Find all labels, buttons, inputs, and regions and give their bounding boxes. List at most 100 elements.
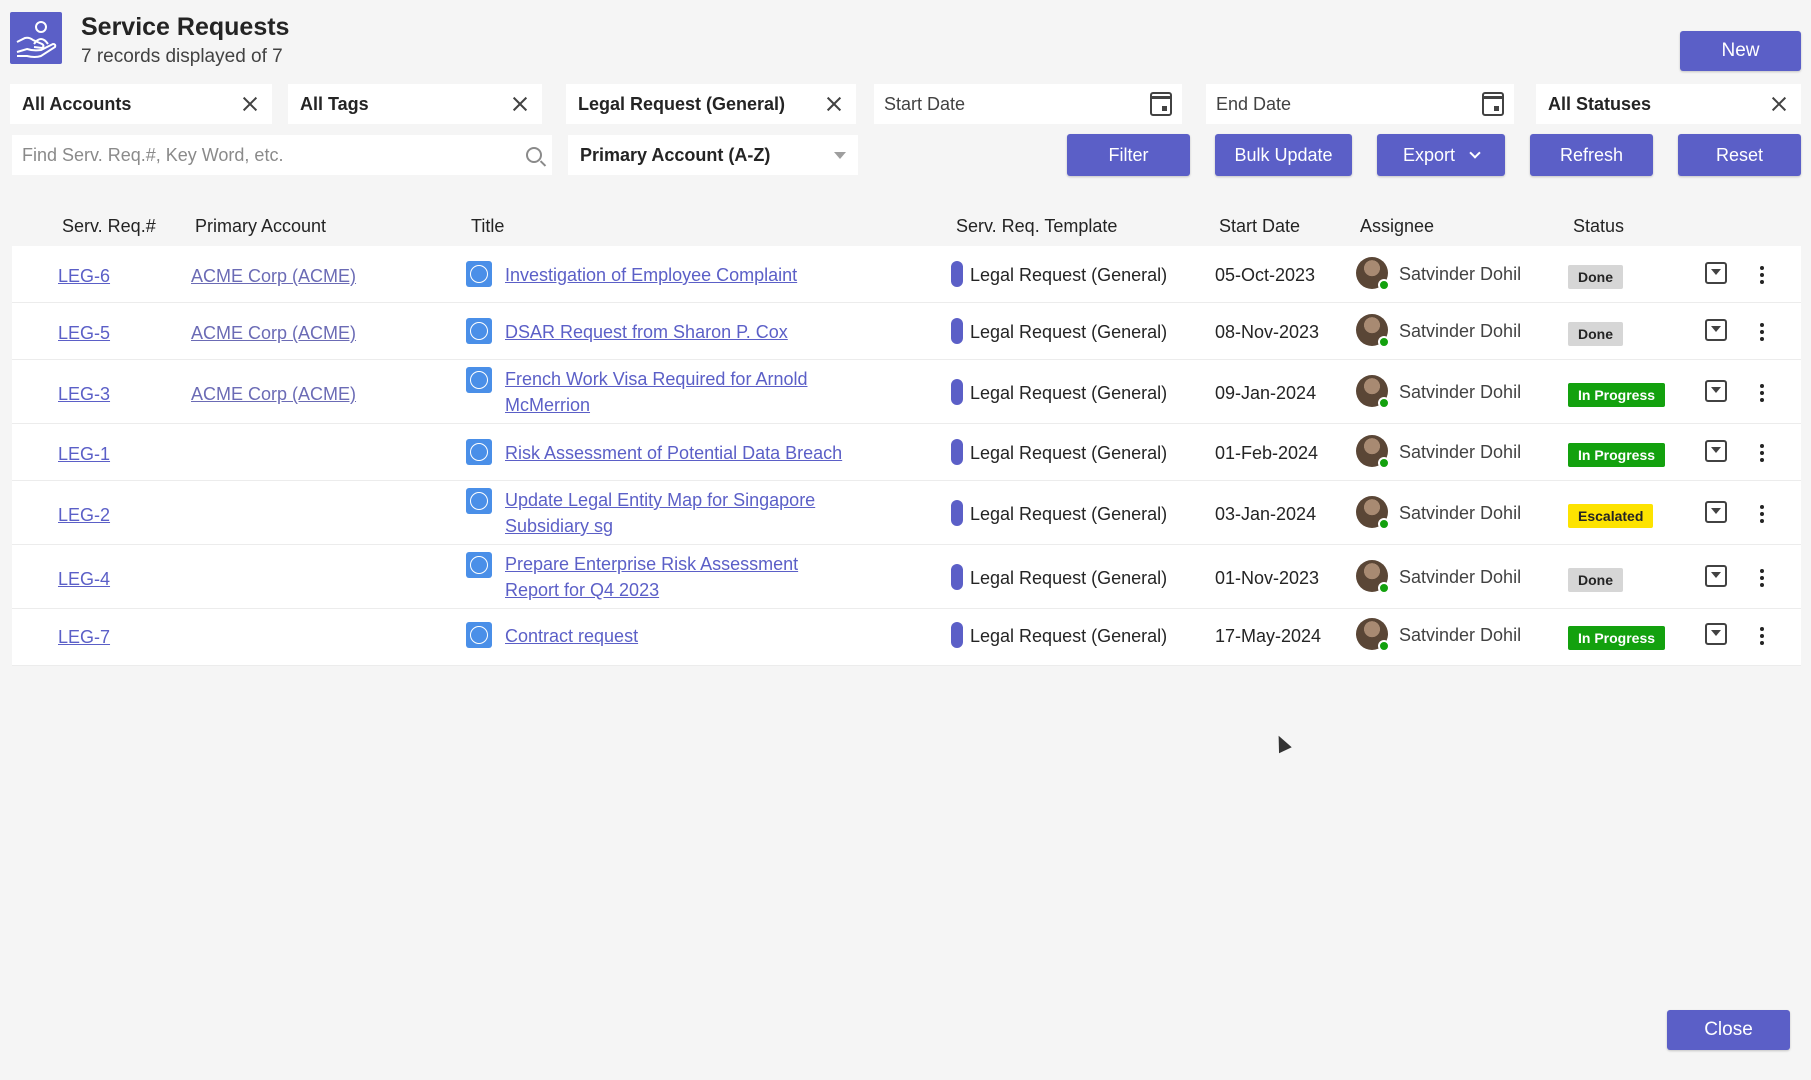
new-button[interactable]: New xyxy=(1680,31,1801,71)
calendar-icon[interactable] xyxy=(1482,92,1504,116)
export-button[interactable]: Export xyxy=(1377,134,1505,176)
title-link[interactable]: Risk Assessment of Potential Data Breach xyxy=(505,440,855,466)
table-row[interactable]: LEG-7 Contract request Legal Request (Ge… xyxy=(12,609,1801,666)
avatar xyxy=(1356,257,1390,291)
tags-filter[interactable]: All Tags xyxy=(288,84,542,124)
end-date-field[interactable]: End Date xyxy=(1206,84,1514,124)
more-vertical-icon[interactable] xyxy=(1760,505,1764,523)
table-header: Serv. Req.# Primary Account Title Serv. … xyxy=(12,200,1801,246)
account-link[interactable]: ACME Corp (ACME) xyxy=(191,323,356,344)
question-icon xyxy=(466,367,492,393)
presence-icon xyxy=(1378,640,1390,652)
page-header: Service Requests 7 records displayed of … xyxy=(10,12,289,72)
presence-icon xyxy=(1378,279,1390,291)
start-date-placeholder: Start Date xyxy=(884,93,966,114)
dropdown-box-icon[interactable] xyxy=(1705,623,1727,645)
more-vertical-icon[interactable] xyxy=(1760,266,1764,284)
column-header-start-date[interactable]: Start Date xyxy=(1219,216,1300,237)
statuses-filter[interactable]: All Statuses xyxy=(1536,84,1801,124)
template-color-marker xyxy=(951,261,963,287)
statuses-filter-label: All Statuses xyxy=(1548,93,1652,114)
status-badge: Done xyxy=(1568,568,1623,592)
template-color-marker xyxy=(951,379,963,405)
more-vertical-icon[interactable] xyxy=(1760,627,1764,645)
close-icon[interactable] xyxy=(1769,94,1789,114)
dropdown-box-icon[interactable] xyxy=(1705,440,1727,462)
status-badge: In Progress xyxy=(1568,626,1666,650)
avatar xyxy=(1356,375,1390,409)
request-id-link[interactable]: LEG-2 xyxy=(58,505,110,526)
request-id-link[interactable]: LEG-7 xyxy=(58,627,110,648)
start-date-field[interactable]: Start Date xyxy=(874,84,1182,124)
more-vertical-icon[interactable] xyxy=(1760,384,1764,402)
template-name: Legal Request (General) xyxy=(970,383,1168,403)
search-input[interactable] xyxy=(22,144,526,166)
dropdown-box-icon[interactable] xyxy=(1705,380,1727,402)
presence-icon xyxy=(1378,397,1390,409)
search-icon[interactable] xyxy=(526,147,542,163)
question-icon xyxy=(466,439,492,465)
close-icon[interactable] xyxy=(824,94,844,114)
dropdown-box-icon[interactable] xyxy=(1705,501,1727,523)
title-link[interactable]: Prepare Enterprise Risk Assessment Repor… xyxy=(505,551,855,603)
request-id-link[interactable]: LEG-1 xyxy=(58,444,110,465)
start-date: 08-Nov-2023 xyxy=(1215,322,1320,342)
request-id-link[interactable]: LEG-5 xyxy=(58,323,110,344)
column-header-title[interactable]: Title xyxy=(471,216,504,237)
sort-select[interactable]: Primary Account (A-Z) xyxy=(568,135,858,175)
calendar-icon[interactable] xyxy=(1150,92,1172,116)
column-header-template[interactable]: Serv. Req. Template xyxy=(956,216,1117,237)
filter-button[interactable]: Filter xyxy=(1067,134,1190,176)
table-body: LEG-6 ACME Corp (ACME) Investigation of … xyxy=(12,246,1801,666)
dropdown-box-icon[interactable] xyxy=(1705,262,1727,284)
table-row[interactable]: LEG-5 ACME Corp (ACME) DSAR Request from… xyxy=(12,303,1801,360)
title-link[interactable]: Contract request xyxy=(505,623,855,649)
status-badge: Done xyxy=(1568,265,1623,289)
request-id-link[interactable]: LEG-4 xyxy=(58,569,110,590)
refresh-button[interactable]: Refresh xyxy=(1530,134,1653,176)
dropdown-box-icon[interactable] xyxy=(1705,319,1727,341)
more-vertical-icon[interactable] xyxy=(1760,323,1764,341)
title-link[interactable]: DSAR Request from Sharon P. Cox xyxy=(505,319,855,345)
table-row[interactable]: LEG-2 Update Legal Entity Map for Singap… xyxy=(12,481,1801,545)
avatar xyxy=(1356,560,1390,594)
column-header-account[interactable]: Primary Account xyxy=(195,216,326,237)
close-button[interactable]: Close xyxy=(1667,1010,1790,1050)
table-row[interactable]: LEG-4 Prepare Enterprise Risk Assessment… xyxy=(12,545,1801,609)
column-header-status[interactable]: Status xyxy=(1573,216,1624,237)
question-icon xyxy=(466,488,492,514)
close-icon[interactable] xyxy=(510,94,530,114)
dropdown-box-icon[interactable] xyxy=(1705,565,1727,587)
presence-icon xyxy=(1378,336,1390,348)
table-row[interactable]: LEG-1 Risk Assessment of Potential Data … xyxy=(12,424,1801,481)
account-link[interactable]: ACME Corp (ACME) xyxy=(191,266,356,287)
table-row[interactable]: LEG-6 ACME Corp (ACME) Investigation of … xyxy=(12,246,1801,303)
assignee-name: Satvinder Dohil xyxy=(1399,382,1522,402)
end-date-placeholder: End Date xyxy=(1216,93,1292,114)
request-id-link[interactable]: LEG-6 xyxy=(58,266,110,287)
template-color-marker xyxy=(951,500,963,526)
title-link[interactable]: French Work Visa Required for Arnold McM… xyxy=(505,366,855,418)
assignee-name: Satvinder Dohil xyxy=(1399,567,1522,587)
account-link[interactable]: ACME Corp (ACME) xyxy=(191,384,356,405)
accounts-filter[interactable]: All Accounts xyxy=(10,84,272,124)
search-box[interactable] xyxy=(12,135,552,175)
close-icon[interactable] xyxy=(240,94,260,114)
table-row[interactable]: LEG-3 ACME Corp (ACME) French Work Visa … xyxy=(12,360,1801,424)
bulk-update-button[interactable]: Bulk Update xyxy=(1215,134,1352,176)
record-count: 7 records displayed of 7 xyxy=(81,46,283,67)
column-header-id[interactable]: Serv. Req.# xyxy=(62,216,156,237)
title-link[interactable]: Investigation of Employee Complaint xyxy=(505,262,855,288)
more-vertical-icon[interactable] xyxy=(1760,444,1764,462)
reset-button[interactable]: Reset xyxy=(1678,134,1801,176)
template-color-marker xyxy=(951,564,963,590)
template-filter[interactable]: Legal Request (General) xyxy=(566,84,856,124)
request-id-link[interactable]: LEG-3 xyxy=(58,384,110,405)
column-header-assignee[interactable]: Assignee xyxy=(1360,216,1434,237)
export-button-label: Export xyxy=(1402,144,1456,165)
chevron-down-icon xyxy=(834,151,846,159)
assignee-name: Satvinder Dohil xyxy=(1399,264,1522,284)
title-link[interactable]: Update Legal Entity Map for Singapore Su… xyxy=(505,487,855,539)
avatar xyxy=(1356,314,1390,348)
more-vertical-icon[interactable] xyxy=(1760,569,1764,587)
